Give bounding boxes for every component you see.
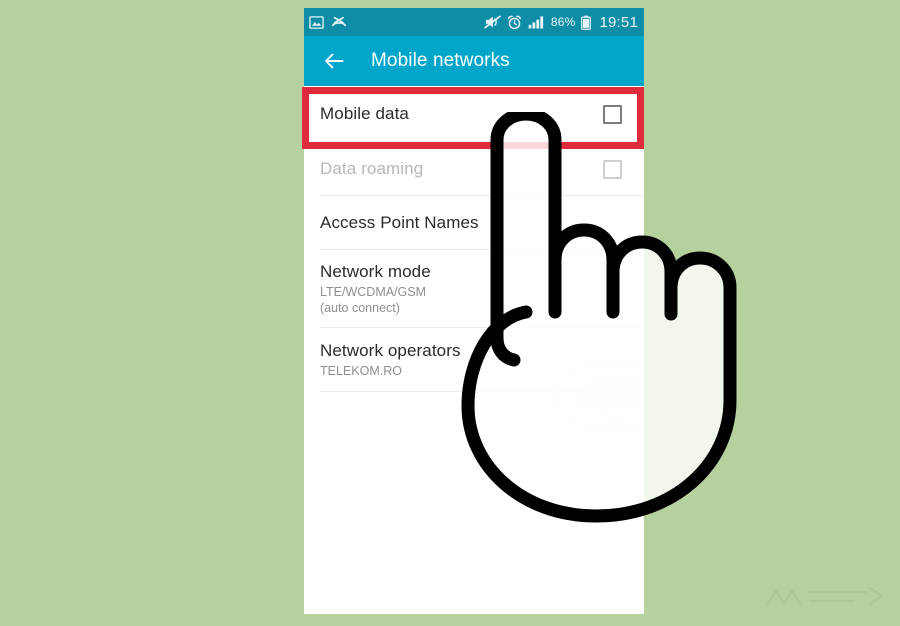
status-bar-right-icons: 86% 19:51	[484, 14, 638, 31]
battery-percent-label: 86%	[550, 15, 576, 29]
row-text-group: Access Point Names	[320, 213, 622, 233]
back-arrow-icon[interactable]	[322, 49, 346, 73]
list-item-title: Network operators	[320, 340, 461, 360]
checkbox-mobile-data[interactable]	[603, 104, 622, 124]
list-item-subtitle: TELEKOM.RO	[320, 363, 402, 378]
status-clock: 19:51	[599, 13, 638, 31]
mute-icon	[484, 15, 501, 29]
list-item-title: Access Point Names	[320, 213, 479, 232]
list-item-title: Data roaming	[320, 159, 424, 178]
alarm-clock-icon	[507, 15, 522, 30]
app-bar: Mobile networks	[304, 36, 644, 86]
list-item-title: Network mode	[320, 261, 431, 281]
watermark-corner	[762, 582, 890, 616]
screenshot-icon	[309, 15, 324, 30]
list-item-data-roaming: Data roaming	[304, 142, 644, 196]
list-item-network-mode[interactable]: Network mode LTE/WCDMA/GSM (auto connect…	[304, 250, 644, 328]
status-bar: 86% 19:51	[304, 8, 644, 36]
row-text-group: Network mode LTE/WCDMA/GSM (auto connect…	[320, 262, 622, 316]
list-item-access-point-names[interactable]: Access Point Names	[304, 196, 644, 250]
row-text-group: Mobile data	[320, 104, 603, 124]
settings-list: Mobile data Data roaming Access Point Na…	[304, 86, 644, 392]
missed-call-icon	[331, 15, 347, 30]
list-item-network-operators[interactable]: Network operators TELEKOM.RO	[304, 328, 644, 392]
phone-screen: 86% 19:51 Mobile networks Mobile data Da…	[304, 8, 644, 614]
list-item-subtitle: LTE/WCDMA/GSM (auto connect)	[320, 284, 427, 315]
checkbox-data-roaming	[603, 159, 622, 179]
battery-icon	[581, 15, 592, 30]
list-item-mobile-data[interactable]: Mobile data	[304, 86, 644, 142]
row-text-group: Network operators TELEKOM.RO	[320, 341, 622, 380]
status-bar-left-icons	[309, 15, 347, 30]
list-item-title: Mobile data	[320, 104, 409, 123]
row-divider	[320, 391, 644, 392]
row-text-group: Data roaming	[320, 159, 603, 179]
signal-bars-icon	[528, 15, 545, 29]
page-title: Mobile networks	[371, 50, 510, 71]
